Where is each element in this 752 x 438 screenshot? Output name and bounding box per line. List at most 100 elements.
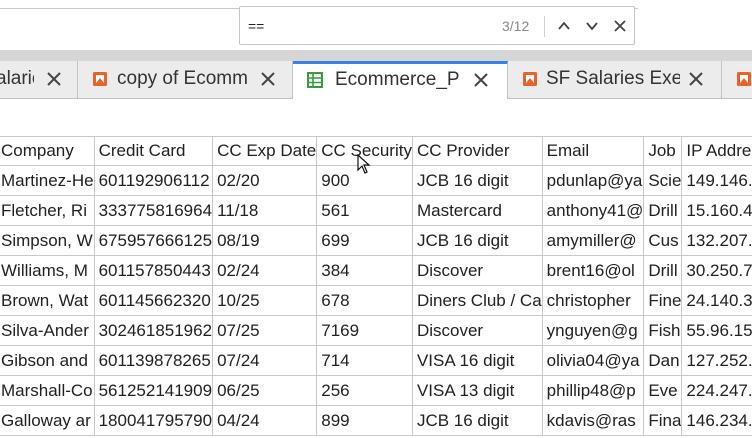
table-cell[interactable]: brent16@ol [541,255,645,286]
table-cell[interactable]: 180041795790 [93,405,214,436]
toolbar-divider [0,50,752,61]
table-cell[interactable]: 02/24 [212,255,318,286]
slide-icon [523,72,537,86]
table-cell[interactable]: 146.234.20 [681,405,752,436]
table-cell[interactable]: anthony41@ [541,195,645,226]
column-header[interactable]: Credit Card [93,136,214,166]
table-cell[interactable]: 7169 [316,315,413,346]
table-cell[interactable]: 08/19 [212,225,318,256]
close-icon[interactable] [471,70,491,90]
table-cell[interactable]: Diners Club / Ca [411,285,543,316]
table-cell[interactable]: Dan [643,345,683,376]
close-icon[interactable] [258,69,278,89]
table-cell[interactable]: Eve [643,375,683,406]
table-cell[interactable]: 30.250.74. [681,255,752,286]
table-cell[interactable]: JCB 16 digit [411,405,543,436]
table-cell[interactable]: olivia04@ya [541,345,645,376]
find-match-count: 3/12 [502,18,530,34]
table-cell[interactable]: 07/25 [212,315,318,346]
table-cell[interactable]: Martinez-He [0,165,95,196]
table-cell[interactable]: 899 [316,405,413,436]
table-cell[interactable]: 561 [316,195,413,226]
table-cell[interactable]: 11/18 [212,195,318,226]
chevron-up-icon [558,21,570,30]
table-cell[interactable]: 302461851962 [93,315,214,346]
table-cell[interactable]: JCB 16 digit [411,165,543,196]
table-cell[interactable]: Fine [643,285,683,316]
table-cell[interactable]: Mastercard [411,195,543,226]
table-cell[interactable]: Marshall-Co [0,375,95,406]
find-close-button[interactable] [610,16,630,36]
table-cell[interactable]: Drill [643,195,683,226]
table-cell[interactable]: 561252141909 [93,375,214,406]
table-cell[interactable]: JCB 16 digit [411,225,543,256]
table-cell[interactable]: 384 [316,255,413,286]
table-cell[interactable]: 04/24 [212,405,318,436]
table-cell[interactable]: 10/25 [212,285,318,316]
document-tab-bar: alarie copy of Ecomm Ecommerce_P SF Sala… [0,61,752,99]
table-cell[interactable]: 02/20 [212,165,318,196]
column-header[interactable]: CC Exp Date [212,136,318,166]
table-cell[interactable]: 15.160.41. [681,195,752,226]
table-cell[interactable]: 601157850443 [93,255,214,286]
table-cell[interactable]: 256 [316,375,413,406]
table-cell[interactable]: 127.252.14 [681,345,752,376]
spreadsheet-grid[interactable]: Company Credit Card CC Exp Date CC Secur… [0,136,752,438]
table-cell[interactable]: Gibson and [0,345,95,376]
table-cell[interactable]: christopher [541,285,645,316]
table-cell[interactable]: VISA 13 digit [411,375,543,406]
table-cell[interactable]: amymiller@ [541,225,645,256]
table-cell[interactable]: VISA 16 digit [411,345,543,376]
table-cell[interactable]: kdavis@ras [541,405,645,436]
column-header[interactable]: Company [0,136,95,166]
table-cell[interactable]: Galloway ar [0,405,95,436]
table-cell[interactable]: Fletcher, Ri [0,195,95,226]
column-header[interactable]: CC Provider [411,136,543,166]
table-cell[interactable]: Silva-Ander [0,315,95,346]
table-cell[interactable]: 601139878265 [93,345,214,376]
table-cell[interactable]: 149.146.14 [681,165,752,196]
table-cell[interactable]: pdunlap@ya [541,165,645,196]
find-input[interactable] [248,16,488,36]
column-header[interactable]: Email [541,136,645,166]
table-cell[interactable]: 714 [316,345,413,376]
table-cell[interactable]: Scie [643,165,683,196]
data-table: Company Credit Card CC Exp Date CC Secur… [0,136,752,436]
table-cell[interactable]: Drill [643,255,683,286]
table-cell[interactable]: 06/25 [212,375,318,406]
table-cell[interactable]: Discover [411,255,543,286]
table-cell[interactable]: Brown, Wat [0,285,95,316]
column-header[interactable]: IP Address [681,136,752,166]
table-cell[interactable]: 224.247.97 [681,375,752,406]
table-cell[interactable]: 601145662320 [93,285,214,316]
table-cell[interactable]: 678 [316,285,413,316]
table-cell[interactable]: phillip48@p [541,375,645,406]
table-cell[interactable]: 675957666125 [93,225,214,256]
tab-ecommerce-active[interactable]: Ecommerce_P [293,61,508,99]
table-cell[interactable]: Cus [643,225,683,256]
table-cell[interactable]: 333775816964 [93,195,214,226]
table-row: Galloway ar 180041795790 04/24 899 JCB 16 di… [0,405,752,436]
table-cell[interactable]: Williams, M [0,255,95,286]
table-cell[interactable]: 07/24 [212,345,318,376]
table-cell[interactable]: 699 [316,225,413,256]
table-cell[interactable]: 24.140.33. [681,285,752,316]
tab-sf-salaries[interactable]: SF Salaries Exe [508,61,722,98]
table-cell[interactable]: Fina [643,405,683,436]
table-cell[interactable]: 55.96.152. [681,315,752,346]
table-cell[interactable]: Simpson, W [0,225,95,256]
table-cell[interactable]: ynguyen@g [541,315,645,346]
tab-label: copy of Ecomm [117,68,248,89]
table-cell[interactable]: Discover [411,315,543,346]
table-cell[interactable]: Fish [643,315,683,346]
tab-salaries[interactable]: alarie [0,61,78,98]
find-next-button[interactable] [582,16,602,36]
close-icon[interactable] [686,69,706,89]
column-header[interactable]: Job [643,136,683,166]
find-previous-button[interactable] [554,16,574,36]
table-cell[interactable]: 601192906112 [93,165,214,196]
tab-overflow[interactable] [722,61,752,98]
tab-copy-of-ecommerce[interactable]: copy of Ecomm [78,61,293,98]
close-icon[interactable] [44,69,64,89]
table-cell[interactable]: 132.207.16 [681,225,752,256]
